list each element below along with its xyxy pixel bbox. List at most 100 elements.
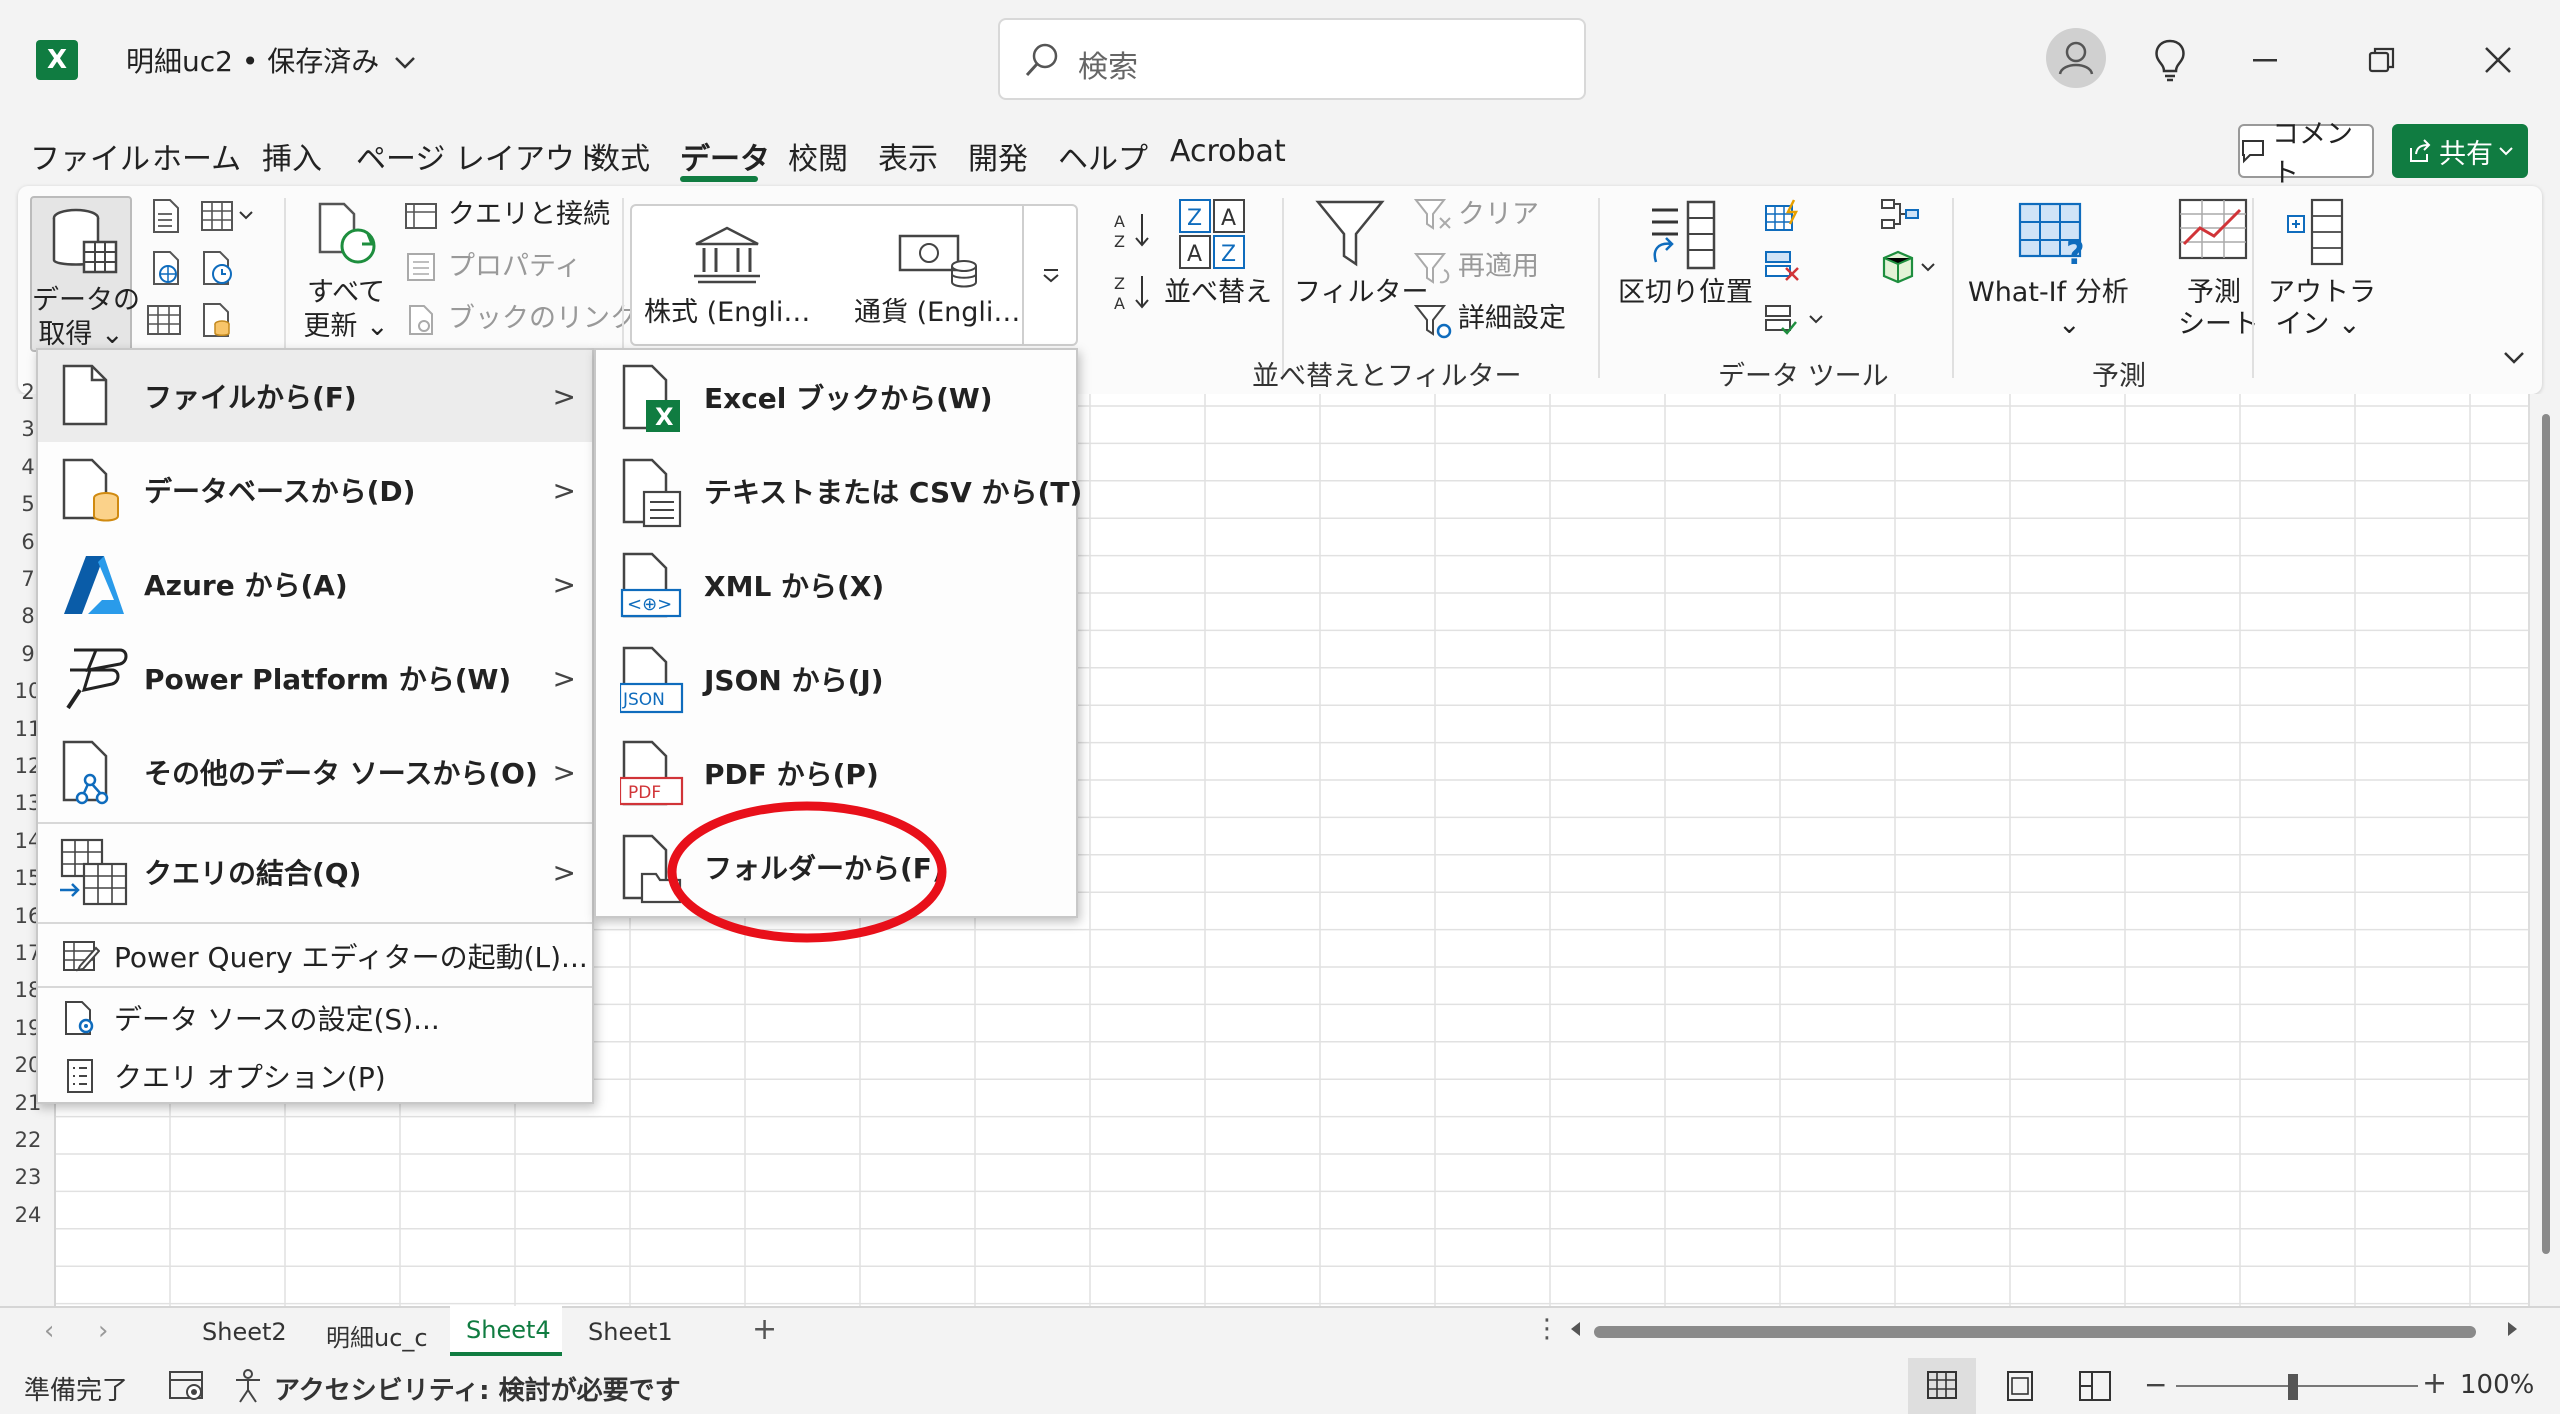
menu-item-from-azure[interactable]: Azure から(A) > bbox=[38, 538, 592, 630]
menu-divider bbox=[38, 986, 592, 988]
tab-insert[interactable]: 挿入 bbox=[262, 134, 322, 178]
add-sheet-button[interactable]: + bbox=[752, 1312, 777, 1347]
consolidate-icon[interactable] bbox=[1880, 198, 1920, 232]
sheet-tab[interactable]: Sheet1 bbox=[588, 1318, 673, 1346]
data-validation-icon[interactable] bbox=[1764, 302, 1828, 338]
scroll-left-icon[interactable] bbox=[1568, 1320, 1582, 1338]
text-to-columns-button[interactable]: 区切り位置 bbox=[1618, 276, 1753, 310]
minimize-button[interactable] bbox=[2238, 30, 2298, 90]
sort-button[interactable]: 並べ替え bbox=[1164, 276, 1272, 310]
sort-descending-icon[interactable]: ZA bbox=[1112, 272, 1156, 312]
outline-label-2[interactable]: イン ⌄ bbox=[2268, 308, 2368, 342]
more-options-icon[interactable]: ⋮ bbox=[1534, 1314, 1560, 1344]
chevron-right-icon[interactable]: › bbox=[98, 1316, 108, 1346]
menu-item-label: データ ソースの設定(S)... bbox=[114, 1003, 440, 1036]
highlight-circle bbox=[667, 801, 947, 943]
normal-view-button[interactable] bbox=[1908, 1358, 1976, 1414]
menu-item-from-file[interactable]: ファイルから(F) > bbox=[38, 350, 592, 442]
menu-item-combine-queries[interactable]: クエリの結合(Q) > bbox=[38, 824, 592, 920]
menu-item-from-xml[interactable]: <⊕> XML から(X) bbox=[596, 538, 1076, 632]
tab-review[interactable]: 校閲 bbox=[788, 134, 848, 178]
comment-button[interactable]: コメント bbox=[2238, 119, 2374, 189]
forecast-sheet-label-1[interactable]: 予測 bbox=[2184, 276, 2244, 310]
menu-item-label: Azure から(A) bbox=[144, 569, 348, 602]
share-button[interactable]: 共有 bbox=[2392, 124, 2528, 178]
from-table-icon[interactable] bbox=[200, 198, 254, 234]
zoom-level[interactable]: 100% bbox=[2460, 1370, 2534, 1400]
accessibility-icon[interactable] bbox=[232, 1368, 268, 1404]
tab-acrobat[interactable]: Acrobat bbox=[1170, 134, 1286, 169]
menu-item-from-excel-workbook[interactable]: X Excel ブックから(W) bbox=[596, 350, 1076, 444]
recent-sources-icon[interactable] bbox=[200, 250, 236, 286]
queries-connections-button[interactable]: クエリと接続 bbox=[448, 198, 610, 232]
filter-button[interactable]: フィルター bbox=[1294, 276, 1428, 310]
advanced-button[interactable]: 詳細設定 bbox=[1458, 302, 1566, 336]
tab-page-layout[interactable]: ページ レイアウト bbox=[356, 134, 605, 178]
scroll-right-icon[interactable] bbox=[2506, 1320, 2520, 1338]
search-box[interactable]: 検索 bbox=[998, 18, 1586, 100]
menu-item-launch-power-query-editor[interactable]: Power Query エディターの起動(L)... bbox=[38, 926, 592, 986]
active-sheet-tab[interactable]: Sheet4 bbox=[450, 1306, 562, 1356]
sort-ascending-icon[interactable]: AZ bbox=[1112, 210, 1156, 250]
document-title[interactable]: 明細uc2 • 保存済み bbox=[126, 40, 416, 80]
page-layout-view-icon[interactable] bbox=[2004, 1370, 2036, 1402]
sheet-tab[interactable]: Sheet2 bbox=[202, 1318, 287, 1346]
remove-duplicates-icon[interactable] bbox=[1764, 250, 1804, 284]
stocks-button[interactable]: 株式 (Engli… bbox=[644, 296, 810, 330]
sort-icon: ZAAZ bbox=[1178, 198, 1248, 270]
row-number[interactable]: 23 bbox=[0, 1165, 56, 1189]
refresh-all-label-2[interactable]: 更新 ⌄ bbox=[296, 310, 396, 344]
row-number[interactable]: 24 bbox=[0, 1203, 56, 1227]
horizontal-scrollbar[interactable] bbox=[1594, 1326, 2476, 1338]
accessibility-status[interactable]: アクセシビリティ: 検討が必要です bbox=[274, 1370, 681, 1407]
refresh-all-label-1[interactable]: すべて bbox=[296, 276, 396, 310]
sheet-tab[interactable]: 明細uc_c bbox=[326, 1318, 428, 1353]
database-file-icon[interactable] bbox=[200, 302, 234, 338]
menu-item-from-database[interactable]: データベースから(D) > bbox=[38, 444, 592, 536]
tab-developer[interactable]: 開発 bbox=[968, 134, 1028, 178]
existing-connections-icon[interactable] bbox=[146, 302, 184, 338]
menu-item-from-other-sources[interactable]: その他のデータ ソースから(O) > bbox=[38, 726, 592, 818]
menu-item-query-options[interactable]: クエリ オプション(P) bbox=[38, 1048, 592, 1104]
chevron-left-icon[interactable]: ‹ bbox=[44, 1316, 54, 1346]
data-model-icon[interactable] bbox=[1878, 250, 1942, 286]
menu-item-from-power-platform[interactable]: Power Platform から(W) > bbox=[38, 632, 592, 724]
menu-item-data-source-settings[interactable]: データ ソースの設定(S)... bbox=[38, 990, 592, 1046]
status-ready: 準備完了 bbox=[24, 1376, 129, 1406]
get-data-button[interactable]: データの 取得 ⌄ bbox=[30, 196, 140, 352]
lightbulb-icon[interactable] bbox=[2140, 30, 2200, 90]
from-text-icon[interactable] bbox=[148, 198, 182, 234]
zoom-in-button[interactable]: + bbox=[2422, 1366, 2447, 1401]
currencies-button[interactable]: 通貨 (Engli… bbox=[854, 296, 1020, 330]
flash-fill-icon[interactable] bbox=[1764, 198, 1804, 232]
refresh-icon[interactable] bbox=[312, 200, 384, 272]
what-if-analysis-button[interactable]: What-If 分析 bbox=[1968, 276, 2129, 310]
from-web-icon[interactable] bbox=[148, 250, 182, 286]
gallery-more-button[interactable] bbox=[1022, 204, 1078, 346]
outline-label-1[interactable]: アウトラ bbox=[2268, 276, 2376, 310]
data-source-settings-icon bbox=[62, 1000, 100, 1038]
edit-links-button: ブックのリンク bbox=[448, 303, 637, 334]
file-icon bbox=[60, 364, 110, 426]
menu-item-from-json[interactable]: JSON JSON から(J) bbox=[596, 632, 1076, 726]
sheet-tab-bar: ‹ › Sheet2 明細uc_c Sheet4 Sheet1 + ⋮ bbox=[0, 1306, 2560, 1358]
tab-help[interactable]: ヘルプ bbox=[1058, 134, 1148, 178]
zoom-slider-thumb[interactable] bbox=[2288, 1374, 2298, 1400]
menu-item-from-text-csv[interactable]: テキストまたは CSV から(T) bbox=[596, 444, 1082, 538]
tab-view[interactable]: 表示 bbox=[878, 134, 938, 178]
avatar[interactable] bbox=[2046, 28, 2106, 88]
restore-button[interactable] bbox=[2352, 30, 2412, 90]
tab-file[interactable]: ファイル bbox=[30, 134, 150, 178]
close-button[interactable] bbox=[2468, 30, 2528, 90]
tab-formulas[interactable]: 数式 bbox=[590, 134, 650, 178]
collapse-ribbon-icon[interactable] bbox=[2502, 350, 2526, 366]
zoom-out-button[interactable]: − bbox=[2144, 1368, 2167, 1401]
tab-data[interactable]: データ bbox=[680, 134, 770, 178]
vertical-scrollbar[interactable] bbox=[2528, 394, 2560, 1306]
macro-recording-icon[interactable] bbox=[168, 1368, 208, 1404]
forecast-sheet-label-2[interactable]: シート bbox=[2178, 308, 2259, 342]
page-break-view-icon[interactable] bbox=[2078, 1370, 2112, 1402]
row-number[interactable]: 22 bbox=[0, 1128, 56, 1152]
reapply-icon bbox=[1414, 252, 1454, 286]
tab-home[interactable]: ホーム bbox=[152, 134, 241, 178]
